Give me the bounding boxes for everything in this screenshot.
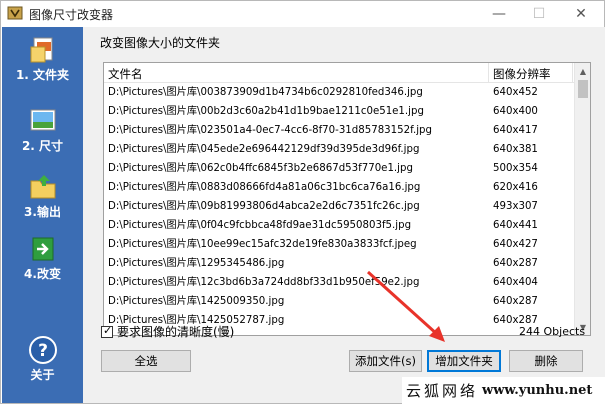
sidebar-item-label: 3.输出 bbox=[24, 205, 61, 219]
file-path-cell: D:\Pictures\图片库\0883d08666fd4a81a06c31bc… bbox=[108, 182, 421, 193]
file-path-cell: D:\Pictures\图片库\003873909d1b4734b6c02928… bbox=[108, 87, 423, 98]
sharpness-checkbox[interactable]: ✓ bbox=[101, 323, 113, 338]
add-folder-button[interactable]: 增加文件夹 bbox=[427, 350, 501, 372]
apply-arrow-icon bbox=[32, 237, 53, 261]
image-resize-icon bbox=[30, 109, 55, 131]
sidebar-item-about[interactable]: ? 关于 bbox=[2, 335, 83, 382]
file-path-cell: D:\Pictures\图片库\12c3bd6b3a724dd8bf33d1b9… bbox=[108, 277, 420, 288]
sidebar-item-apply[interactable]: 4.改变 bbox=[2, 234, 83, 281]
sharpness-label: 要求图像的清晰度(慢) bbox=[117, 325, 235, 339]
table-row[interactable]: D:\Pictures\图片库\00b2d3c60a2b41d1b9bae121… bbox=[104, 103, 576, 120]
window-title: 图像尺寸改变器 bbox=[29, 8, 114, 22]
list-body: D:\Pictures\图片库\003873909d1b4734b6c02928… bbox=[104, 84, 576, 335]
watermark-brand: 云狐网络 bbox=[406, 382, 479, 400]
svg-text:?: ? bbox=[38, 341, 48, 361]
resolution-cell: 640x417 bbox=[493, 125, 538, 136]
resolution-cell: 640x287 bbox=[493, 258, 538, 269]
file-path-cell: D:\Pictures\图片库\045ede2e696442129df39d39… bbox=[108, 144, 420, 155]
select-all-button[interactable]: 全选 bbox=[101, 350, 191, 372]
table-row[interactable]: D:\Pictures\图片库\1295345486.jpg 640x287 bbox=[104, 255, 576, 272]
table-row[interactable]: D:\Pictures\图片库\10ee99ec15afc32de19fe830… bbox=[104, 236, 576, 253]
sharpness-option[interactable]: ✓ 要求图像的清晰度(慢) bbox=[101, 323, 234, 340]
file-path-cell: D:\Pictures\图片库\00b2d3c60a2b41d1b9bae121… bbox=[108, 106, 424, 117]
column-divider[interactable] bbox=[572, 63, 573, 83]
help-question-icon: ? bbox=[28, 336, 57, 364]
resolution-cell: 640x287 bbox=[493, 296, 538, 307]
close-button[interactable]: ✕ bbox=[561, 1, 601, 27]
resolution-cell: 640x441 bbox=[493, 220, 538, 231]
column-divider[interactable] bbox=[488, 63, 489, 83]
file-path-cell: D:\Pictures\图片库\062c0b4ffc6845f3b2e6867d… bbox=[108, 163, 413, 174]
resolution-cell: 640x404 bbox=[493, 277, 538, 288]
file-path-cell: D:\Pictures\图片库\09b81993806d4abca2e2d6c7… bbox=[108, 201, 420, 212]
resolution-cell: 500x354 bbox=[493, 163, 538, 174]
sidebar-item-folder[interactable]: 1. 文件夹 bbox=[2, 35, 83, 82]
output-folder-icon bbox=[30, 175, 55, 199]
list-header: 文件名 图像分辨率 bbox=[104, 63, 576, 83]
sidebar-item-output[interactable]: 3.输出 bbox=[2, 172, 83, 219]
file-listview[interactable]: 文件名 图像分辨率 D:\Pictures\图片库\003873909d1b47… bbox=[103, 62, 591, 336]
object-count: 244 Objects bbox=[519, 325, 586, 338]
delete-button[interactable]: 删除 bbox=[509, 350, 583, 372]
file-path-cell: D:\Pictures\图片库\1295345486.jpg bbox=[108, 258, 285, 269]
resolution-cell: 493x307 bbox=[493, 201, 538, 212]
table-row[interactable]: D:\Pictures\图片库\0883d08666fd4a81a06c31bc… bbox=[104, 179, 576, 196]
column-header-filename[interactable]: 文件名 bbox=[108, 66, 143, 82]
app-logo-icon bbox=[7, 6, 23, 20]
maximize-button[interactable]: ☐ bbox=[519, 1, 559, 27]
sidebar-item-size[interactable]: 2. 尺寸 bbox=[2, 106, 83, 153]
resolution-cell: 620x416 bbox=[493, 182, 538, 193]
minimize-button[interactable]: — bbox=[479, 1, 519, 27]
scroll-up-icon[interactable]: ▲ bbox=[575, 63, 590, 79]
table-row[interactable]: D:\Pictures\图片库\12c3bd6b3a724dd8bf33d1b9… bbox=[104, 274, 576, 291]
group-title: 改变图像大小的文件夹 bbox=[100, 36, 221, 50]
resolution-cell: 640x400 bbox=[493, 106, 538, 117]
add-file-button[interactable]: 添加文件(s) bbox=[349, 350, 422, 372]
watermark-url: www.yunhu.net bbox=[482, 383, 593, 398]
app-window: 图像尺寸改变器 — ☐ ✕ 1. 文件夹 2. 尺寸 3.输出 4.改变 ? 关… bbox=[0, 0, 605, 404]
column-header-resolution[interactable]: 图像分辨率 bbox=[493, 66, 551, 82]
table-row[interactable]: D:\Pictures\图片库\023501a4-0ec7-4cc6-8f70-… bbox=[104, 122, 576, 139]
vertical-scrollbar[interactable]: ▲ ▼ bbox=[574, 63, 590, 335]
resolution-cell: 640x381 bbox=[493, 144, 538, 155]
watermark: 云狐网络 www.yunhu.net bbox=[402, 377, 605, 404]
table-row[interactable]: D:\Pictures\图片库\003873909d1b4734b6c02928… bbox=[104, 84, 576, 101]
sidebar-item-label: 1. 文件夹 bbox=[15, 68, 70, 82]
sidebar-item-label: 4.改变 bbox=[24, 267, 61, 281]
table-row[interactable]: D:\Pictures\图片库\045ede2e696442129df39d39… bbox=[104, 141, 576, 158]
sidebar: 1. 文件夹 2. 尺寸 3.输出 4.改变 ? 关于 bbox=[2, 27, 83, 403]
table-row[interactable]: D:\Pictures\图片库\062c0b4ffc6845f3b2e6867d… bbox=[104, 160, 576, 177]
resolution-cell: 640x427 bbox=[493, 239, 538, 250]
sidebar-item-label: 关于 bbox=[30, 368, 55, 382]
file-path-cell: D:\Pictures\图片库\1425009350.jpg bbox=[108, 296, 285, 307]
folder-files-icon bbox=[30, 37, 52, 63]
table-row[interactable]: D:\Pictures\图片库\1425009350.jpg 640x287 bbox=[104, 293, 576, 310]
main-panel: 改变图像大小的文件夹 文件名 图像分辨率 D:\Pictures\图片库\003… bbox=[83, 27, 605, 403]
file-path-cell: D:\Pictures\图片库\023501a4-0ec7-4cc6-8f70-… bbox=[108, 125, 432, 136]
check-mark-icon: ✓ bbox=[103, 323, 113, 337]
table-row[interactable]: D:\Pictures\图片库\0f04c9fcbbca48fd9ae31dc5… bbox=[104, 217, 576, 234]
sidebar-item-label: 2. 尺寸 bbox=[21, 139, 64, 153]
file-path-cell: D:\Pictures\图片库\10ee99ec15afc32de19fe830… bbox=[108, 239, 417, 250]
title-bar[interactable]: 图像尺寸改变器 — ☐ ✕ bbox=[1, 1, 604, 27]
scroll-thumb[interactable] bbox=[578, 80, 588, 98]
resolution-cell: 640x452 bbox=[493, 87, 538, 98]
file-path-cell: D:\Pictures\图片库\0f04c9fcbbca48fd9ae31dc5… bbox=[108, 220, 412, 231]
table-row[interactable]: D:\Pictures\图片库\09b81993806d4abca2e2d6c7… bbox=[104, 198, 576, 215]
